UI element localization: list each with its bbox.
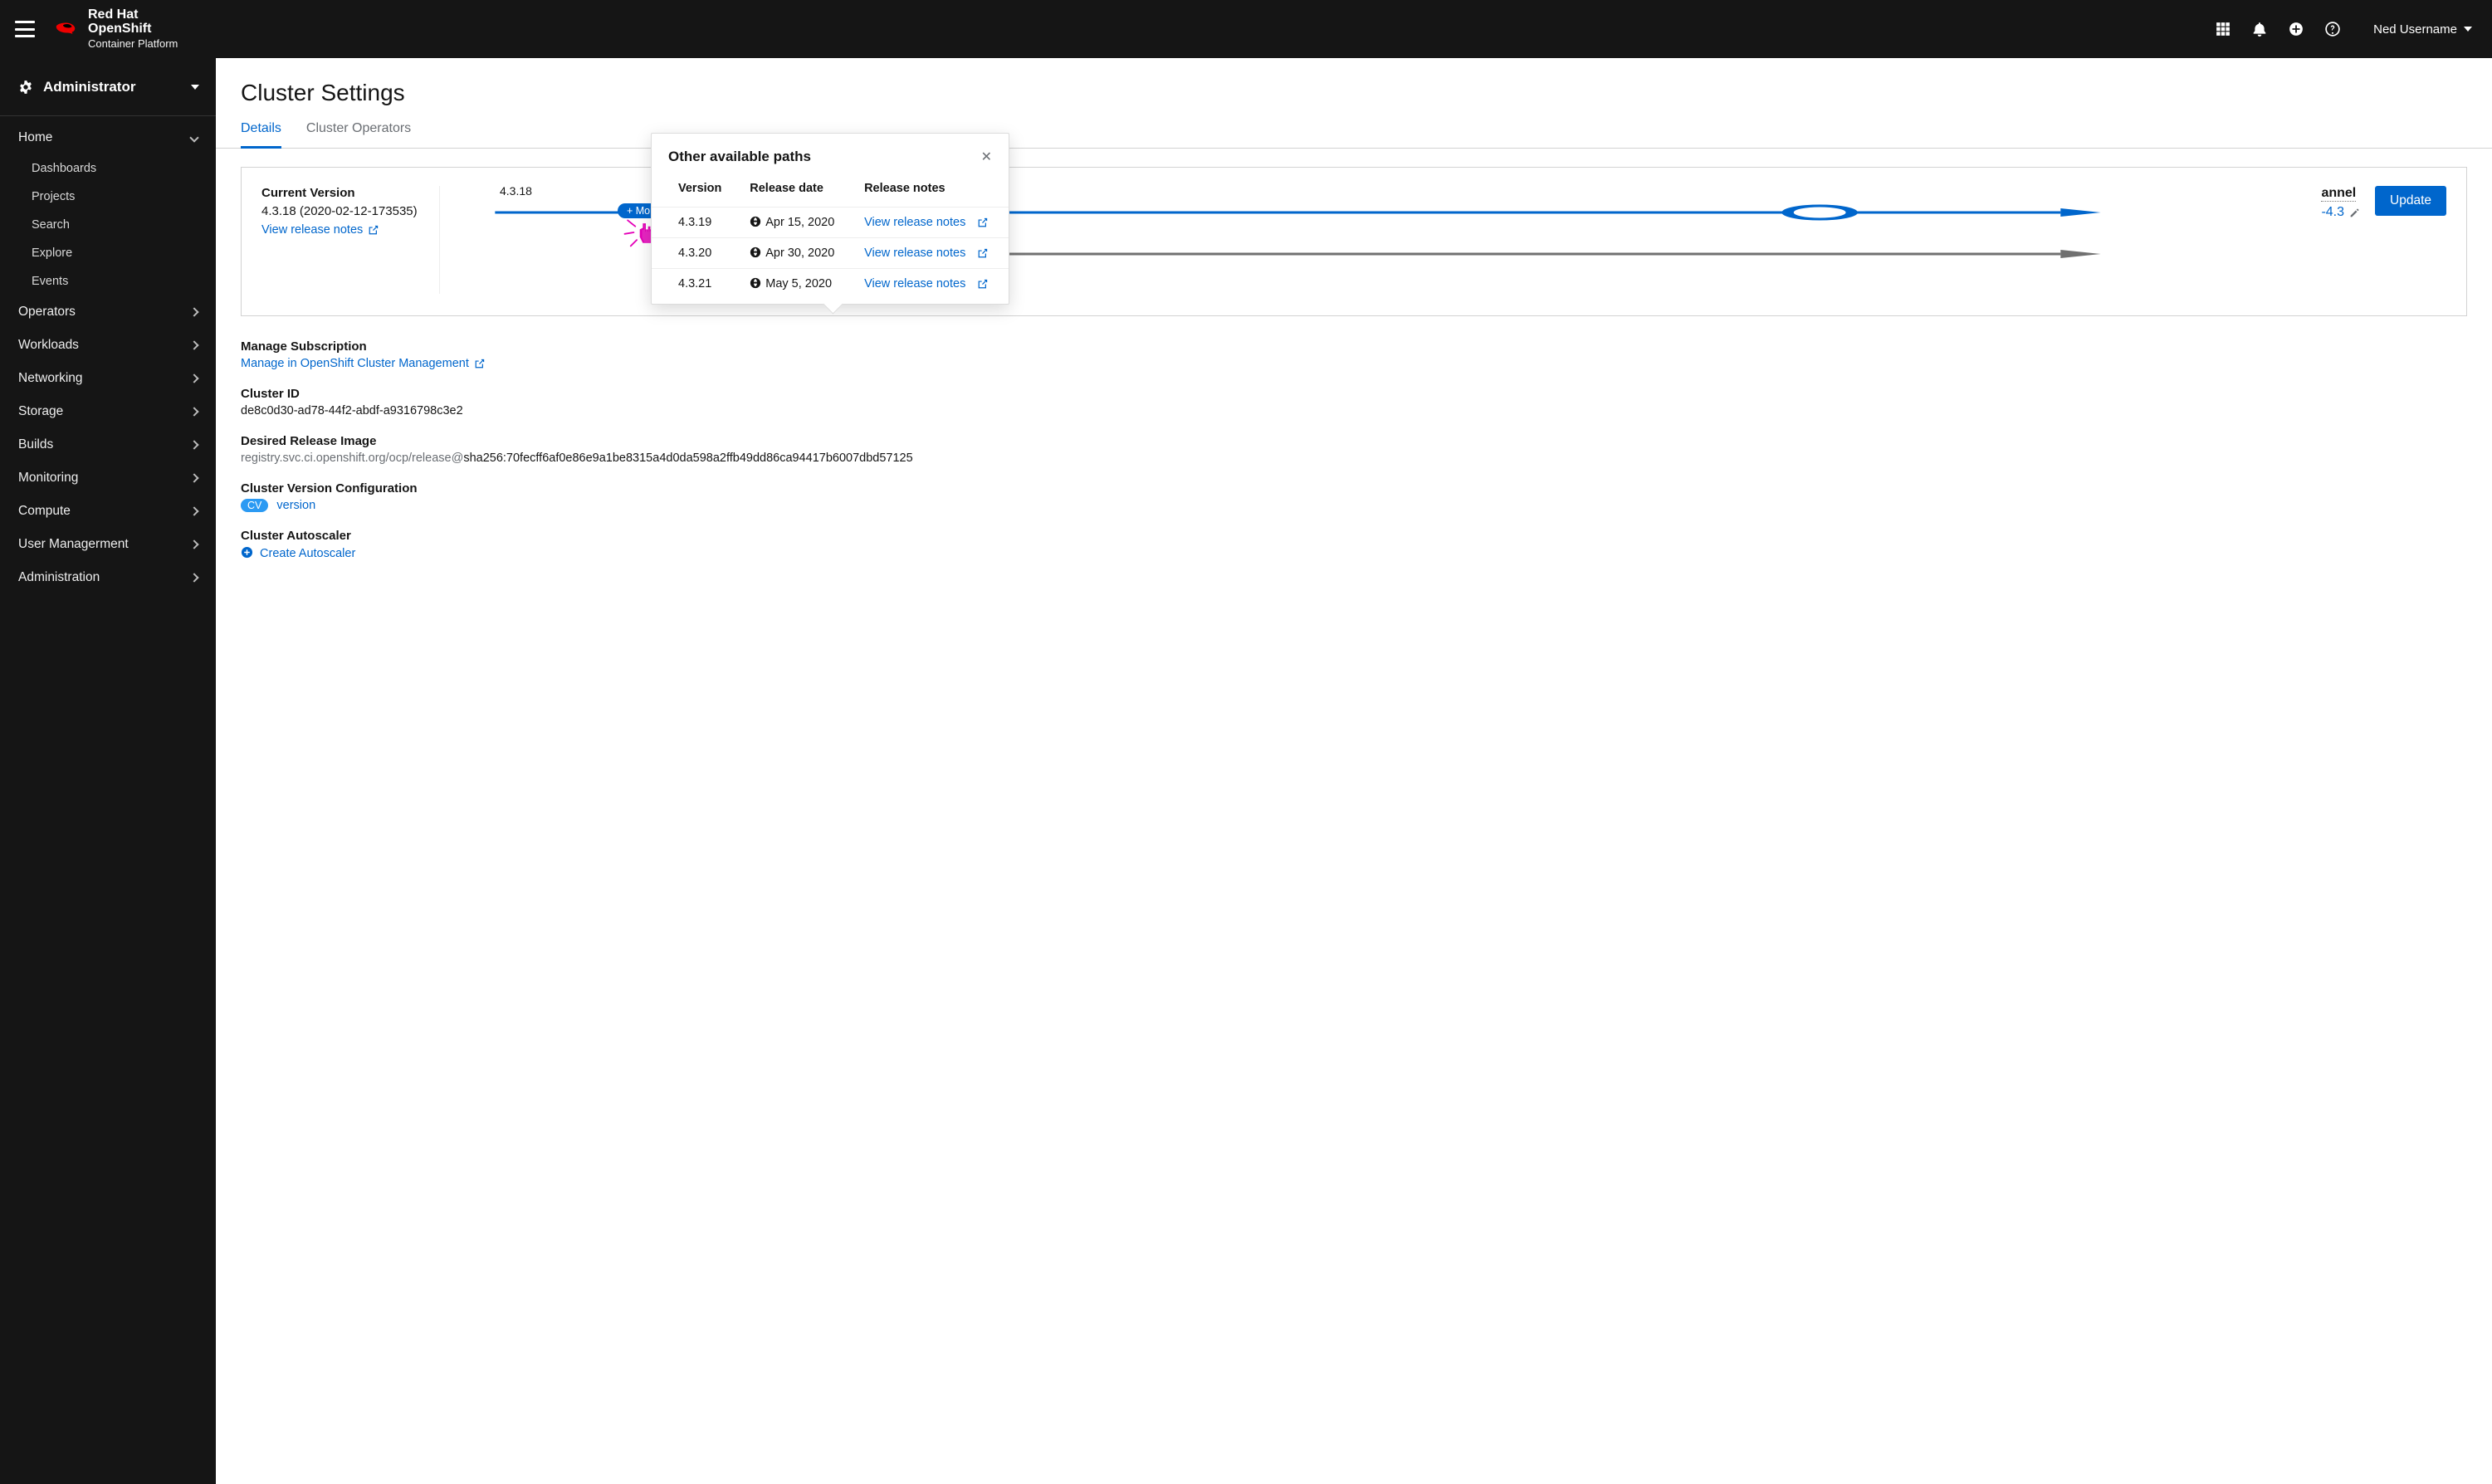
table-row: 4.3.20Apr 30, 2020 View release notes [652,238,1009,269]
nav-sub-dashboards[interactable]: Dashboards [0,154,216,183]
current-version-value: 4.3.18 (2020-02-12-173535) [261,204,419,218]
subscription-heading: Manage Subscription [241,339,2467,354]
page-title: Cluster Settings [241,80,2467,106]
available-paths-popover: Other available paths ✕ Version Release … [651,133,1009,305]
external-link-icon [368,225,379,236]
nav-builds[interactable]: Builds [0,428,216,461]
table-row: 4.3.21May 5, 2020 View release notes [652,269,1009,305]
col-version: Version [652,173,738,207]
caret-down-icon [191,85,199,90]
main-content: Cluster Settings Details Cluster Operato… [216,58,2492,1484]
nav-sub-projects[interactable]: Projects [0,183,216,211]
table-row: 4.3.19Apr 15, 2020 View release notes [652,207,1009,238]
cluster-id-value: de8c0d30-ad78-44f2-abdf-a9316798c3e2 [241,404,2467,417]
cv-badge: CV [241,499,268,512]
cluster-id-heading: Cluster ID [241,387,2467,401]
cell-date: Apr 30, 2020 [738,238,853,269]
caret-down-icon [2464,27,2472,32]
username: Ned Username [2373,22,2457,37]
update-button[interactable]: Update [2375,186,2446,216]
chevron-right-icon [189,473,198,482]
cell-version: 4.3.19 [652,207,738,238]
bell-icon[interactable] [2252,22,2267,37]
brand-line3: Container Platform [88,38,178,50]
perspective-switcher[interactable]: Administrator [0,58,216,116]
channel-value[interactable]: -4.3 [2321,205,2344,220]
perspective-label: Administrator [43,79,135,95]
external-link-icon [977,279,988,290]
paths-table: Version Release date Release notes 4.3.1… [652,173,1009,304]
globe-icon [750,277,761,289]
nav-home[interactable]: Home [0,121,216,154]
brand-line1: Red Hat [88,7,138,22]
globe-icon [750,247,761,258]
chevron-down-icon [189,133,198,142]
chevron-right-icon [189,407,198,416]
chevron-right-icon [189,440,198,449]
row-release-notes-link[interactable]: View release notes [864,277,988,290]
tab-details[interactable]: Details [241,121,281,149]
nav-networking[interactable]: Networking [0,362,216,395]
nav-administration[interactable]: Administration [0,561,216,594]
cell-date: Apr 15, 2020 [738,207,853,238]
nav-operators[interactable]: Operators [0,295,216,329]
chevron-right-icon [189,506,198,515]
external-link-icon [977,248,988,259]
gear-icon [18,80,33,95]
sidebar: Administrator Home Dashboards Projects S… [0,58,216,1484]
version-card: Current Version 4.3.18 (2020-02-12-17353… [241,167,2467,316]
plus-circle-icon [241,546,253,559]
chevron-right-icon [189,539,198,549]
row-release-notes-link[interactable]: View release notes [864,247,988,260]
external-link-icon [474,359,485,369]
nav-home-label: Home [18,130,52,145]
edit-icon[interactable] [2349,207,2360,218]
external-link-icon [977,217,988,228]
cvc-heading: Cluster Version Configuration [241,481,2467,495]
chevron-right-icon [189,373,198,383]
nav-storage[interactable]: Storage [0,395,216,428]
col-release-notes: Release notes [853,173,1009,207]
current-version-label: Current Version [261,186,355,200]
user-menu[interactable]: Ned Username [2373,22,2472,37]
release-image-heading: Desired Release Image [241,434,2467,448]
nav-toggle[interactable] [15,21,35,37]
chevron-right-icon [189,307,198,316]
chevron-right-icon [189,573,198,582]
channel-box: annel -4.3 [2321,186,2360,220]
col-release-date: Release date [738,173,853,207]
plus-circle-icon[interactable] [2289,22,2304,37]
chevron-right-icon [189,340,198,349]
cell-version: 4.3.20 [652,238,738,269]
brand-line2: OpenShift [88,22,151,36]
channel-label: annel [2321,186,2356,202]
tab-cluster-operators[interactable]: Cluster Operators [306,121,411,148]
globe-icon [750,216,761,227]
popover-title: Other available paths [668,149,811,165]
cell-date: May 5, 2020 [738,269,853,305]
brand[interactable]: Red Hat OpenShift Container Platform [53,8,178,49]
nav-sub-search[interactable]: Search [0,211,216,239]
redhat-logo-icon [53,20,78,38]
cell-version: 4.3.21 [652,269,738,305]
manage-subscription-link[interactable]: Manage in OpenShift Cluster Management [241,357,485,370]
apps-icon[interactable] [2216,22,2231,37]
nav-monitoring[interactable]: Monitoring [0,461,216,495]
nav-user-management[interactable]: User Managerment [0,528,216,561]
create-autoscaler-link[interactable]: Create Autoscaler [241,547,355,560]
nav-sub-events[interactable]: Events [0,267,216,295]
cvc-link[interactable]: version [276,499,315,512]
release-image-value: registry.svc.ci.openshift.org/ocp/releas… [241,452,2467,465]
autoscaler-heading: Cluster Autoscaler [241,529,2467,543]
nav-workloads[interactable]: Workloads [0,329,216,362]
help-icon[interactable] [2325,22,2340,37]
row-release-notes-link[interactable]: View release notes [864,216,988,229]
nav-compute[interactable]: Compute [0,495,216,528]
close-icon[interactable]: ✕ [981,149,992,165]
release-notes-link[interactable]: View release notes [261,223,379,237]
graph-current-version: 4.3.18 [500,184,532,198]
nav-sub-explore[interactable]: Explore [0,239,216,267]
tabs: Details Cluster Operators [216,121,2492,149]
masthead: Red Hat OpenShift Container Platform Ned… [0,0,2492,58]
